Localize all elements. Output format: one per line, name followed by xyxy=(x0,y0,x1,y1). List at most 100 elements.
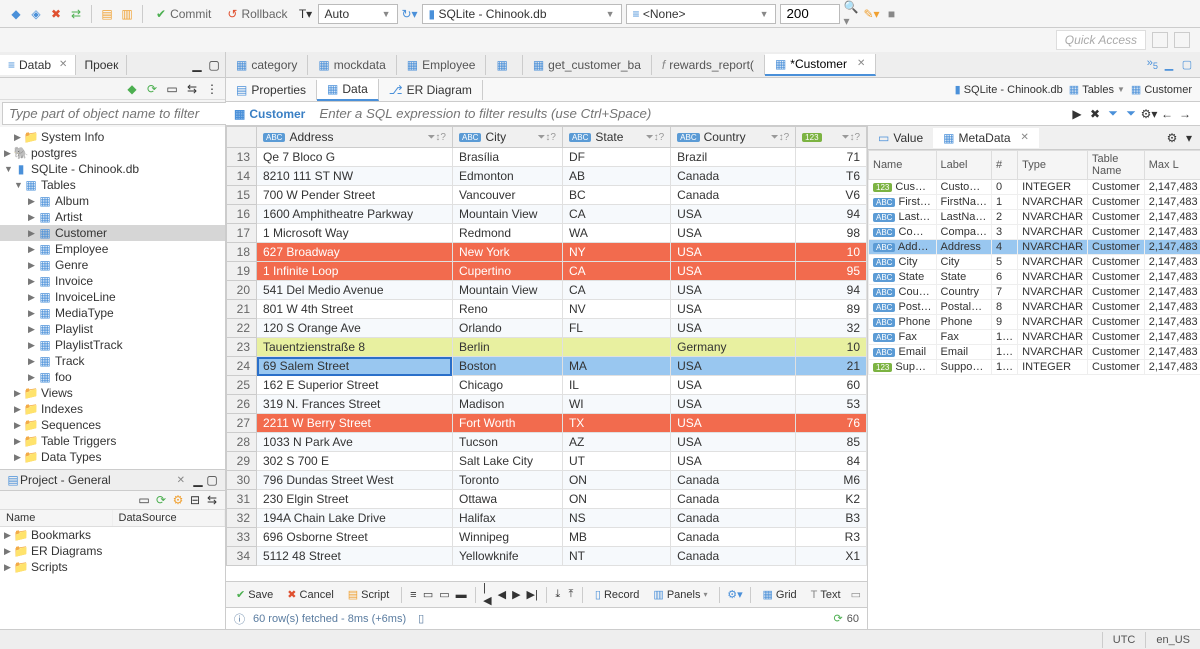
column-header[interactable]: 123⏷↕? xyxy=(796,127,867,148)
row-number[interactable]: 19 xyxy=(227,262,257,281)
cell-state[interactable]: CA xyxy=(562,205,670,224)
meta-column-header[interactable]: Type xyxy=(1018,151,1088,180)
row-number[interactable]: 34 xyxy=(227,547,257,566)
editor-tab[interactable]: ▦Employee xyxy=(397,55,487,75)
cell-city[interactable]: Cupertino xyxy=(452,262,562,281)
tree-node-table-genre[interactable]: ▶▦Genre xyxy=(0,257,225,273)
refetch-icon[interactable]: ⟳ xyxy=(834,612,843,625)
table-row[interactable]: 13Qe 7 Bloco GBrasíliaDFBrazil71 xyxy=(227,148,867,167)
row-number-header[interactable] xyxy=(227,127,257,148)
editor-tab[interactable]: ▦get_customer_ba xyxy=(523,55,652,75)
cell-state[interactable]: MB xyxy=(562,528,670,547)
cell-city[interactable]: Brasília xyxy=(452,148,562,167)
tree-node-system-info[interactable]: ▶📁System Info xyxy=(0,129,225,145)
cell-country[interactable]: Brazil xyxy=(671,148,796,167)
row-number[interactable]: 31 xyxy=(227,490,257,509)
cell-city[interactable]: Mountain View xyxy=(452,281,562,300)
cell-city[interactable]: Yellowknife xyxy=(452,547,562,566)
cell-city[interactable]: Halifax xyxy=(452,509,562,528)
meta-row[interactable]: ABC First…FirstNa…1NVARCHARCustomer2,147… xyxy=(869,195,1200,210)
cell-state[interactable]: ON xyxy=(562,471,670,490)
add-row-icon[interactable]: ▭ xyxy=(423,588,433,602)
tree-node-table-employee[interactable]: ▶▦Employee xyxy=(0,241,225,257)
cell-postal[interactable]: 89 xyxy=(796,300,867,319)
clear-filter-icon[interactable]: ✖ xyxy=(1088,107,1102,121)
cell-country[interactable]: Canada xyxy=(671,547,796,566)
filter-icon[interactable]: ⏷↕? xyxy=(427,132,446,143)
tree-node-table-invoice[interactable]: ▶▦Invoice xyxy=(0,273,225,289)
meta-tab-value[interactable]: ▭Value xyxy=(868,128,933,148)
cell-address[interactable]: 120 S Orange Ave xyxy=(257,319,453,338)
meta-row[interactable]: ABC Add…Address4NVARCHARCustomer2,147,48… xyxy=(869,240,1200,255)
meta-column-header[interactable]: Max L xyxy=(1144,151,1200,180)
cell-address[interactable]: 1 Infinite Loop xyxy=(257,262,453,281)
more-icon[interactable]: ⋮ xyxy=(205,82,219,96)
row-number[interactable]: 22 xyxy=(227,319,257,338)
cell-city[interactable]: Ottawa xyxy=(452,490,562,509)
cell-country[interactable]: Germany xyxy=(671,338,796,357)
calc-icon[interactable]: ▭ xyxy=(851,588,861,602)
cell-city[interactable]: Salt Lake City xyxy=(452,452,562,471)
more-tabs-indicator[interactable]: »5 xyxy=(1147,57,1158,71)
duplicate-row-icon[interactable]: ▭ xyxy=(439,588,449,602)
cell-country[interactable]: Canada xyxy=(671,186,796,205)
project-item-bookmarks[interactable]: ▶📁Bookmarks xyxy=(0,527,225,543)
table-row[interactable]: 25162 E Superior StreetChicagoILUSA60 xyxy=(227,376,867,395)
project-link-icon[interactable]: ⇆ xyxy=(205,493,219,507)
sub-tab-data[interactable]: ▦Data xyxy=(317,79,379,101)
minimize-icon[interactable]: ▁ xyxy=(1162,58,1176,72)
tree-node-sequences[interactable]: ▶📁Sequences xyxy=(0,417,225,433)
cell-address[interactable]: 8210 111 ST NW xyxy=(257,167,453,186)
row-number[interactable]: 17 xyxy=(227,224,257,243)
cell-postal[interactable]: 85 xyxy=(796,433,867,452)
meta-settings-icon[interactable]: ⚙ xyxy=(1165,131,1179,145)
row-number[interactable]: 13 xyxy=(227,148,257,167)
stop-icon[interactable]: ■ xyxy=(884,6,900,22)
meta-row[interactable]: 123 Cus…Custo…0INTEGERCustomer2,147,483 xyxy=(869,180,1200,195)
filter-nav-back-icon[interactable]: ← xyxy=(1160,107,1174,121)
project-collapse-icon[interactable]: ⊟ xyxy=(188,493,202,507)
row-number[interactable]: 20 xyxy=(227,281,257,300)
sql-editor-icon[interactable]: ▤ xyxy=(99,6,115,22)
close-icon[interactable]: ✕ xyxy=(59,59,67,70)
edit-row-icon[interactable]: ≡ xyxy=(410,588,417,602)
cell-postal[interactable]: T6 xyxy=(796,167,867,186)
schema-combo[interactable]: ≡ <None>▼ xyxy=(626,4,776,24)
cell-address[interactable]: 302 S 700 E xyxy=(257,452,453,471)
cell-state[interactable]: NT xyxy=(562,547,670,566)
table-row[interactable]: 30796 Dundas Street WestTorontoONCanadaM… xyxy=(227,471,867,490)
cell-postal[interactable]: 10 xyxy=(796,338,867,357)
perspective-switch-icon[interactable] xyxy=(1174,32,1190,48)
cell-postal[interactable]: R3 xyxy=(796,528,867,547)
tx-options-icon[interactable]: T▾ xyxy=(298,6,314,22)
collapse-icon[interactable]: ▭ xyxy=(165,82,179,96)
cell-country[interactable]: Canada xyxy=(671,509,796,528)
table-row[interactable]: 148210 111 ST NWEdmontonABCanadaT6 xyxy=(227,167,867,186)
tree-node-postgres[interactable]: ▶🐘postgres xyxy=(0,145,225,161)
tree-node-indexes[interactable]: ▶📁Indexes xyxy=(0,401,225,417)
delete-row-icon[interactable]: ▬ xyxy=(456,588,467,602)
cell-state[interactable]: MA xyxy=(562,357,670,376)
cell-state[interactable]: WA xyxy=(562,224,670,243)
tree-node-table-playlisttrack[interactable]: ▶▦PlaylistTrack xyxy=(0,337,225,353)
table-row[interactable]: 23Tauentzienstraße 8BerlinGermany10 xyxy=(227,338,867,357)
cell-postal[interactable]: 76 xyxy=(796,414,867,433)
cell-address[interactable]: 700 W Pender Street xyxy=(257,186,453,205)
settings-icon[interactable]: ⚙▾ xyxy=(728,588,742,602)
cell-postal[interactable]: X1 xyxy=(796,547,867,566)
breadcrumb-connection[interactable]: ▮SQLite - Chinook.db xyxy=(955,83,1063,96)
filter-settings-icon[interactable]: ⚙▾ xyxy=(1142,107,1156,121)
cell-city[interactable]: Orlando xyxy=(452,319,562,338)
cell-country[interactable]: USA xyxy=(671,376,796,395)
cell-city[interactable]: Reno xyxy=(452,300,562,319)
cell-country[interactable]: USA xyxy=(671,300,796,319)
text-mode-button[interactable]: TText xyxy=(807,587,845,603)
meta-column-header[interactable]: Table Name xyxy=(1088,151,1145,180)
minimize-icon[interactable]: ▁ xyxy=(190,58,204,72)
column-header[interactable]: ABCCountry⏷↕? xyxy=(671,127,796,148)
cell-address[interactable]: 230 Elgin Street xyxy=(257,490,453,509)
cell-address[interactable]: 1600 Amphitheatre Parkway xyxy=(257,205,453,224)
table-row[interactable]: 15700 W Pender StreetVancouverBCCanadaV6 xyxy=(227,186,867,205)
cell-country[interactable]: USA xyxy=(671,281,796,300)
column-header[interactable]: ABCAddress⏷↕? xyxy=(257,127,453,148)
